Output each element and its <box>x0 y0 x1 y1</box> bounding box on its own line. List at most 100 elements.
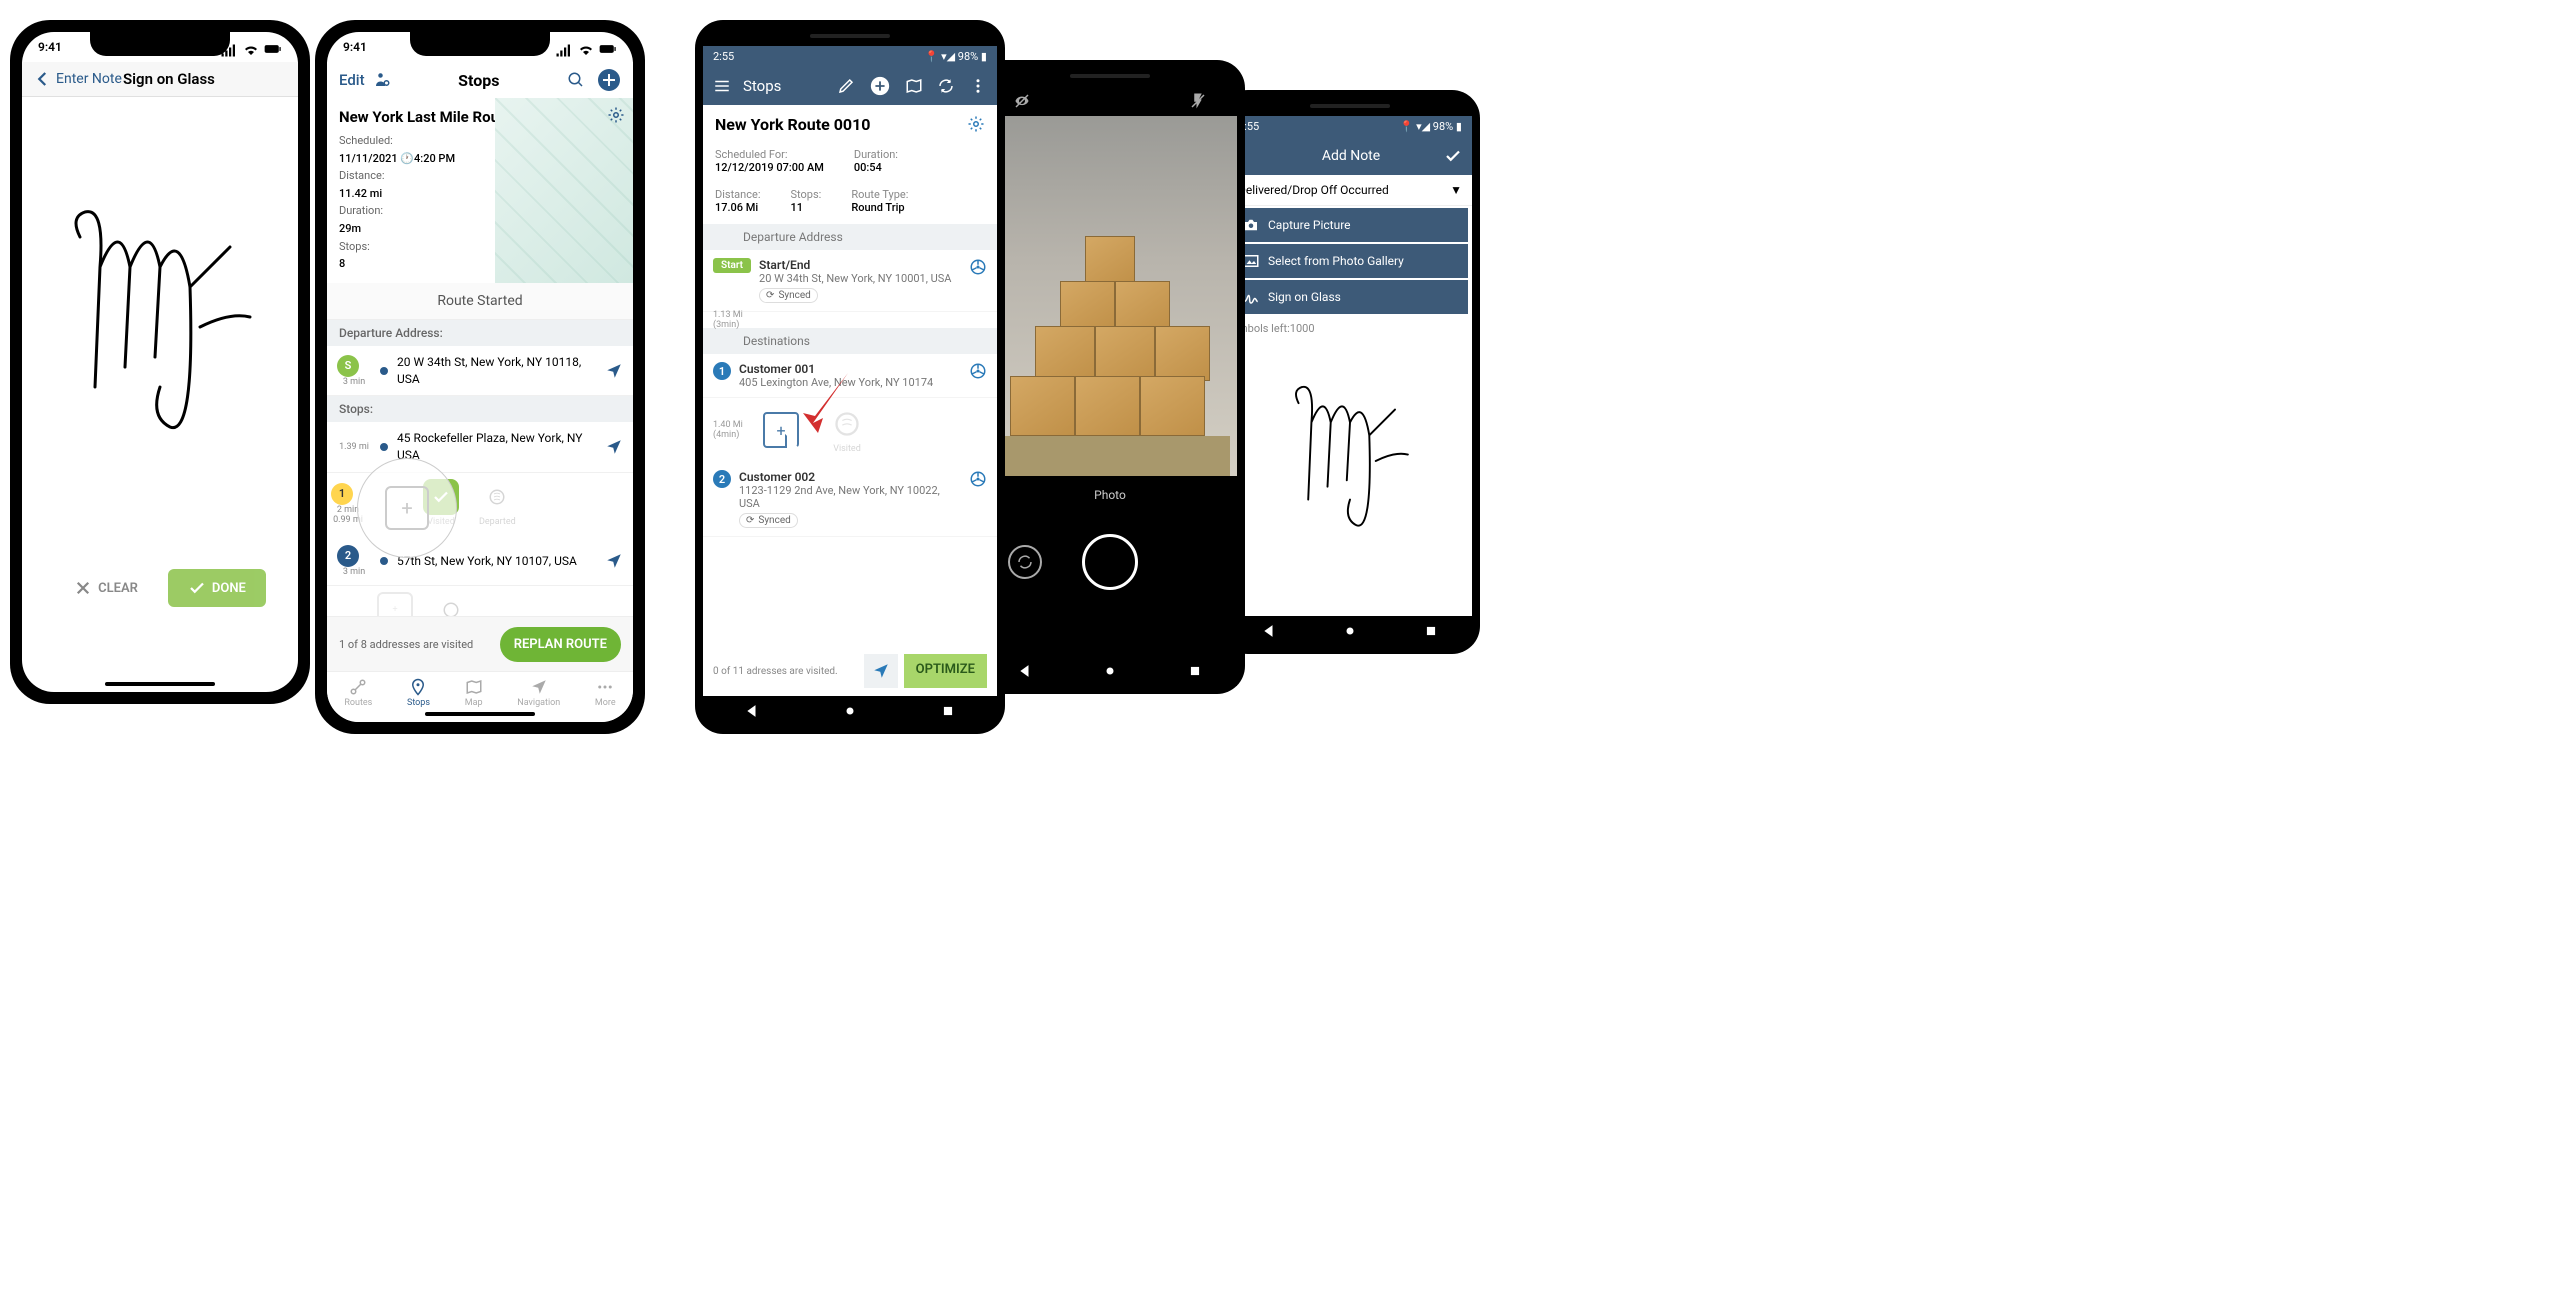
notch <box>90 32 230 56</box>
camera-icon <box>1242 216 1260 234</box>
optimize-button[interactable]: OPTIMIZE <box>904 654 987 688</box>
steering-wheel-icon[interactable] <box>969 470 987 488</box>
android-camera: Photo <box>975 60 1245 694</box>
recent-nav-icon[interactable] <box>941 704 955 718</box>
menu-icon[interactable] <box>713 77 731 95</box>
speaker <box>810 34 890 38</box>
stop-1-badge: 1 <box>713 362 731 380</box>
tab-map[interactable]: Map <box>465 678 483 708</box>
steering-wheel-icon[interactable] <box>969 258 987 276</box>
shutter-row <box>983 514 1237 610</box>
speaker <box>1070 74 1150 78</box>
map-thumbnail[interactable] <box>495 98 633 283</box>
status-bar: 2:55 📍 ▾◢ 98% ▮ <box>1228 116 1472 137</box>
departure-section: Departure Address: <box>327 320 633 346</box>
camera-top-bar <box>983 86 1237 116</box>
back-button[interactable]: Enter Note <box>34 70 122 88</box>
flash-off-icon[interactable] <box>1189 92 1207 110</box>
user-route-icon[interactable] <box>373 71 391 89</box>
gallery-icon <box>1242 252 1260 270</box>
map-icon[interactable] <box>905 77 923 95</box>
add-note-button[interactable]: + <box>763 412 799 448</box>
departed-action[interactable]: Departed <box>479 479 516 527</box>
tab-stops[interactable]: Stops <box>407 678 430 708</box>
home-indicator[interactable] <box>425 712 535 716</box>
back-label: Enter Note <box>56 71 122 87</box>
home-nav-icon[interactable] <box>843 704 857 718</box>
gear-icon[interactable] <box>607 106 625 124</box>
customer-2-stop[interactable]: 2 Customer 002 1123-1129 2nd Ave, New Yo… <box>703 462 997 537</box>
recent-nav-icon[interactable] <box>1188 664 1202 678</box>
page-title: Sign on Glass <box>123 70 215 88</box>
navigation-icon <box>530 678 548 696</box>
recent-nav-icon[interactable] <box>1424 624 1438 638</box>
bottom-bar: 0 of 11 adresses are visited. OPTIMIZE <box>703 646 997 696</box>
back-nav-icon[interactable] <box>745 704 759 718</box>
steering-wheel-icon[interactable] <box>969 362 987 380</box>
boxes-image <box>1010 236 1210 476</box>
signal-icon <box>555 40 573 58</box>
refresh-icon[interactable] <box>937 77 955 95</box>
signature-canvas[interactable] <box>22 97 298 557</box>
tab-more[interactable]: More <box>595 678 616 708</box>
status-dropdown[interactable]: Delivered/Drop Off Occurred ▼ <box>1228 175 1472 206</box>
navigate-button[interactable] <box>864 654 898 688</box>
gear-icon[interactable] <box>967 115 985 133</box>
tab-routes[interactable]: Routes <box>344 678 372 708</box>
synced-badge: ⟳ Synced <box>759 288 818 303</box>
clear-button[interactable]: CLEAR <box>54 569 158 607</box>
routes-icon <box>349 678 367 696</box>
departure-stop[interactable]: S3 min 20 W 34th St, New York, NY 10118,… <box>327 346 633 397</box>
route-meta-row1: Scheduled For:12/12/2019 07:00 AM Durati… <box>703 144 997 184</box>
search-icon[interactable] <box>567 71 585 89</box>
edit-button[interactable]: Edit <box>339 71 365 89</box>
tab-navigation[interactable]: Navigation <box>517 678 560 708</box>
back-nav-icon[interactable] <box>1262 624 1276 638</box>
select-gallery-button[interactable]: Select from Photo Gallery <box>1232 244 1468 278</box>
done-button[interactable]: DONE <box>168 569 266 607</box>
location-dot-icon <box>379 556 389 566</box>
status-time: 9:41 <box>38 40 62 58</box>
stop-1-badge: 1 <box>331 483 353 505</box>
home-indicator[interactable] <box>105 682 215 686</box>
signature-canvas[interactable] <box>1228 341 1472 581</box>
photo-mode-label[interactable]: Photo <box>983 476 1237 514</box>
home-nav-icon[interactable] <box>1103 664 1117 678</box>
android-nav-bar <box>983 656 1237 686</box>
status-icons <box>555 40 617 58</box>
more-icon <box>596 678 614 696</box>
android-nav-bar <box>703 696 997 726</box>
add-note-button[interactable]: + <box>385 486 429 530</box>
navigate-icon[interactable] <box>605 362 623 380</box>
shutter-button[interactable] <box>1082 534 1138 590</box>
status-bar: 2:55 📍 ▾◢ 98% ▮ <box>703 46 997 67</box>
status-icons: 📍 ▾◢ 98% ▮ <box>1400 120 1462 133</box>
stop-1[interactable]: 1.39 mi 45 Rockefeller Plaza, New York, … <box>327 422 633 473</box>
back-nav-icon[interactable] <box>1018 664 1032 678</box>
status-time: 9:41 <box>343 40 367 58</box>
add-icon[interactable] <box>869 75 891 97</box>
navigate-icon[interactable] <box>605 438 623 456</box>
start-stop[interactable]: Start Start/End 20 W 34th St, New York, … <box>703 250 997 312</box>
red-arrow-annotation <box>803 368 853 438</box>
capture-picture-button[interactable]: Capture Picture <box>1232 208 1468 242</box>
stop-2-address: 57th St, New York, NY 10107, USA <box>397 553 597 570</box>
route-meta-row2: Distance:17.06 Mi Stops:11 Route Type:Ro… <box>703 184 997 224</box>
navigate-icon[interactable] <box>605 552 623 570</box>
destinations-section: Destinations <box>703 328 997 354</box>
route-name: New York Route 0010 <box>715 115 870 134</box>
button-row: CLEAR DONE <box>22 557 298 619</box>
camera-viewfinder[interactable] <box>983 116 1237 476</box>
add-button-icon[interactable] <box>597 68 621 92</box>
check-icon[interactable] <box>1444 147 1462 165</box>
replan-route-button[interactable]: REPLAN ROUTE <box>500 627 621 662</box>
home-nav-icon[interactable] <box>1343 624 1357 638</box>
edit-icon[interactable] <box>837 77 855 95</box>
location-dot-icon <box>379 366 389 376</box>
more-vert-icon[interactable] <box>969 77 987 95</box>
switch-camera-button[interactable] <box>1008 545 1042 579</box>
speaker <box>1310 104 1390 108</box>
chevron-left-icon <box>34 70 52 88</box>
eye-off-icon[interactable] <box>1013 92 1031 110</box>
sign-on-glass-button[interactable]: Sign on Glass <box>1232 280 1468 314</box>
